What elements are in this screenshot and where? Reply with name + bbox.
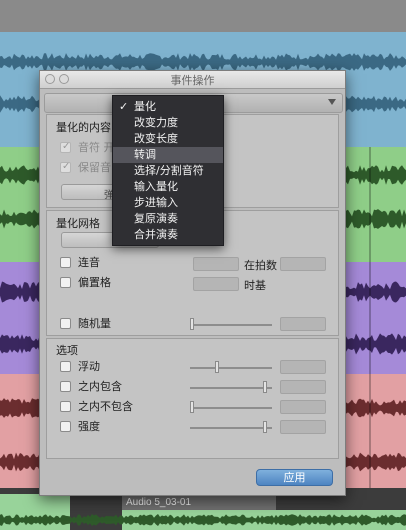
random-slider[interactable]: [190, 324, 272, 326]
exclude-within-value-field[interactable]: [280, 400, 326, 414]
note-start-checkbox[interactable]: [60, 140, 71, 154]
menu-item-step-input[interactable]: 步进输入: [113, 195, 223, 211]
legato-label: 连音: [78, 256, 100, 269]
menu-item-label: 选择/分割音符: [134, 164, 204, 177]
strength-label: 强度: [78, 420, 100, 433]
random-value-field[interactable]: [280, 317, 326, 331]
legato-value-field[interactable]: [193, 257, 239, 271]
in-beats-field[interactable]: [280, 257, 326, 271]
menu-item-flatten-performance[interactable]: 合并演奏: [113, 227, 223, 243]
random-checkbox[interactable]: [60, 318, 71, 329]
menu-item-change-duration[interactable]: 改变长度: [113, 131, 223, 147]
exclude-within-slider-thumb[interactable]: [190, 401, 194, 413]
exclude-within-label: 之内不包含: [78, 400, 133, 413]
keep-note-label: 保留音: [78, 161, 111, 174]
options-label: 选项: [56, 344, 78, 357]
strength-checkbox[interactable]: [60, 421, 71, 432]
keep-note-checkbox[interactable]: [60, 160, 71, 174]
legato-checkbox[interactable]: [60, 257, 71, 268]
menu-item-change-velocity[interactable]: 改变力度: [113, 115, 223, 131]
swing-slider[interactable]: [190, 367, 272, 369]
strength-value-field[interactable]: [280, 420, 326, 434]
dialog-titlebar[interactable]: 事件操作: [40, 71, 345, 89]
strength-slider[interactable]: [190, 427, 272, 429]
menu-item-label: 量化: [134, 100, 156, 113]
check-icon: ✓: [119, 100, 129, 113]
include-within-label: 之内包含: [78, 380, 122, 393]
menu-item-label: 复原演奏: [134, 212, 178, 225]
offset-grid-checkbox[interactable]: [60, 277, 71, 288]
offset-value-field[interactable]: [193, 277, 239, 291]
menu-item-label: 步进输入: [134, 196, 178, 209]
swing-checkbox[interactable]: [60, 361, 71, 372]
menu-item-restore-performance[interactable]: 复原演奏: [113, 211, 223, 227]
exclude-within-checkbox[interactable]: [60, 401, 71, 412]
offset-grid-label: 偏置格: [78, 276, 111, 289]
exclude-within-slider[interactable]: [190, 407, 272, 409]
include-within-checkbox[interactable]: [60, 381, 71, 392]
random-slider-thumb[interactable]: [190, 318, 194, 330]
chevron-down-icon: [328, 99, 336, 105]
quantize-content-label: 量化的内容: [56, 121, 111, 134]
swing-label: 浮动: [78, 360, 100, 373]
strength-slider-thumb[interactable]: [263, 421, 267, 433]
apply-button[interactable]: 应用: [256, 469, 333, 486]
swing-slider-thumb[interactable]: [215, 361, 219, 373]
menu-item-label: 输入量化: [134, 180, 178, 193]
quantize-grid-label: 量化网格: [56, 217, 100, 230]
in-beats-label: 在拍数: [244, 259, 277, 272]
include-within-slider[interactable]: [190, 387, 272, 389]
dialog-title: 事件操作: [170, 74, 215, 87]
menu-item-label: 合并演奏: [134, 228, 178, 241]
menu-item-select-split-notes[interactable]: 选择/分割音符: [113, 163, 223, 179]
swing-value-field[interactable]: [280, 360, 326, 374]
menu-item-quantize[interactable]: ✓ 量化: [113, 99, 223, 115]
clip-name-label: Audio 5_03-01: [122, 496, 276, 510]
options-panel: 选项 浮动 之内包含 之内不包含 强度: [46, 338, 339, 459]
timebase-label: 时基: [244, 279, 266, 292]
include-within-value-field[interactable]: [280, 380, 326, 394]
menu-item-transpose[interactable]: 转调: [113, 147, 223, 163]
menu-item-label: 改变长度: [134, 132, 178, 145]
menu-item-label: 转调: [134, 148, 156, 161]
include-within-slider-thumb[interactable]: [263, 381, 267, 393]
menu-item-input-quantize[interactable]: 输入量化: [113, 179, 223, 195]
menu-item-label: 改变力度: [134, 116, 178, 129]
operation-popup-menu: ✓ 量化 改变力度 改变长度 转调 选择/分割音符 输入量化 步进输入 复原演奏…: [112, 95, 224, 246]
note-start-label: 音符 开: [78, 141, 115, 154]
random-label: 随机量: [78, 317, 111, 330]
